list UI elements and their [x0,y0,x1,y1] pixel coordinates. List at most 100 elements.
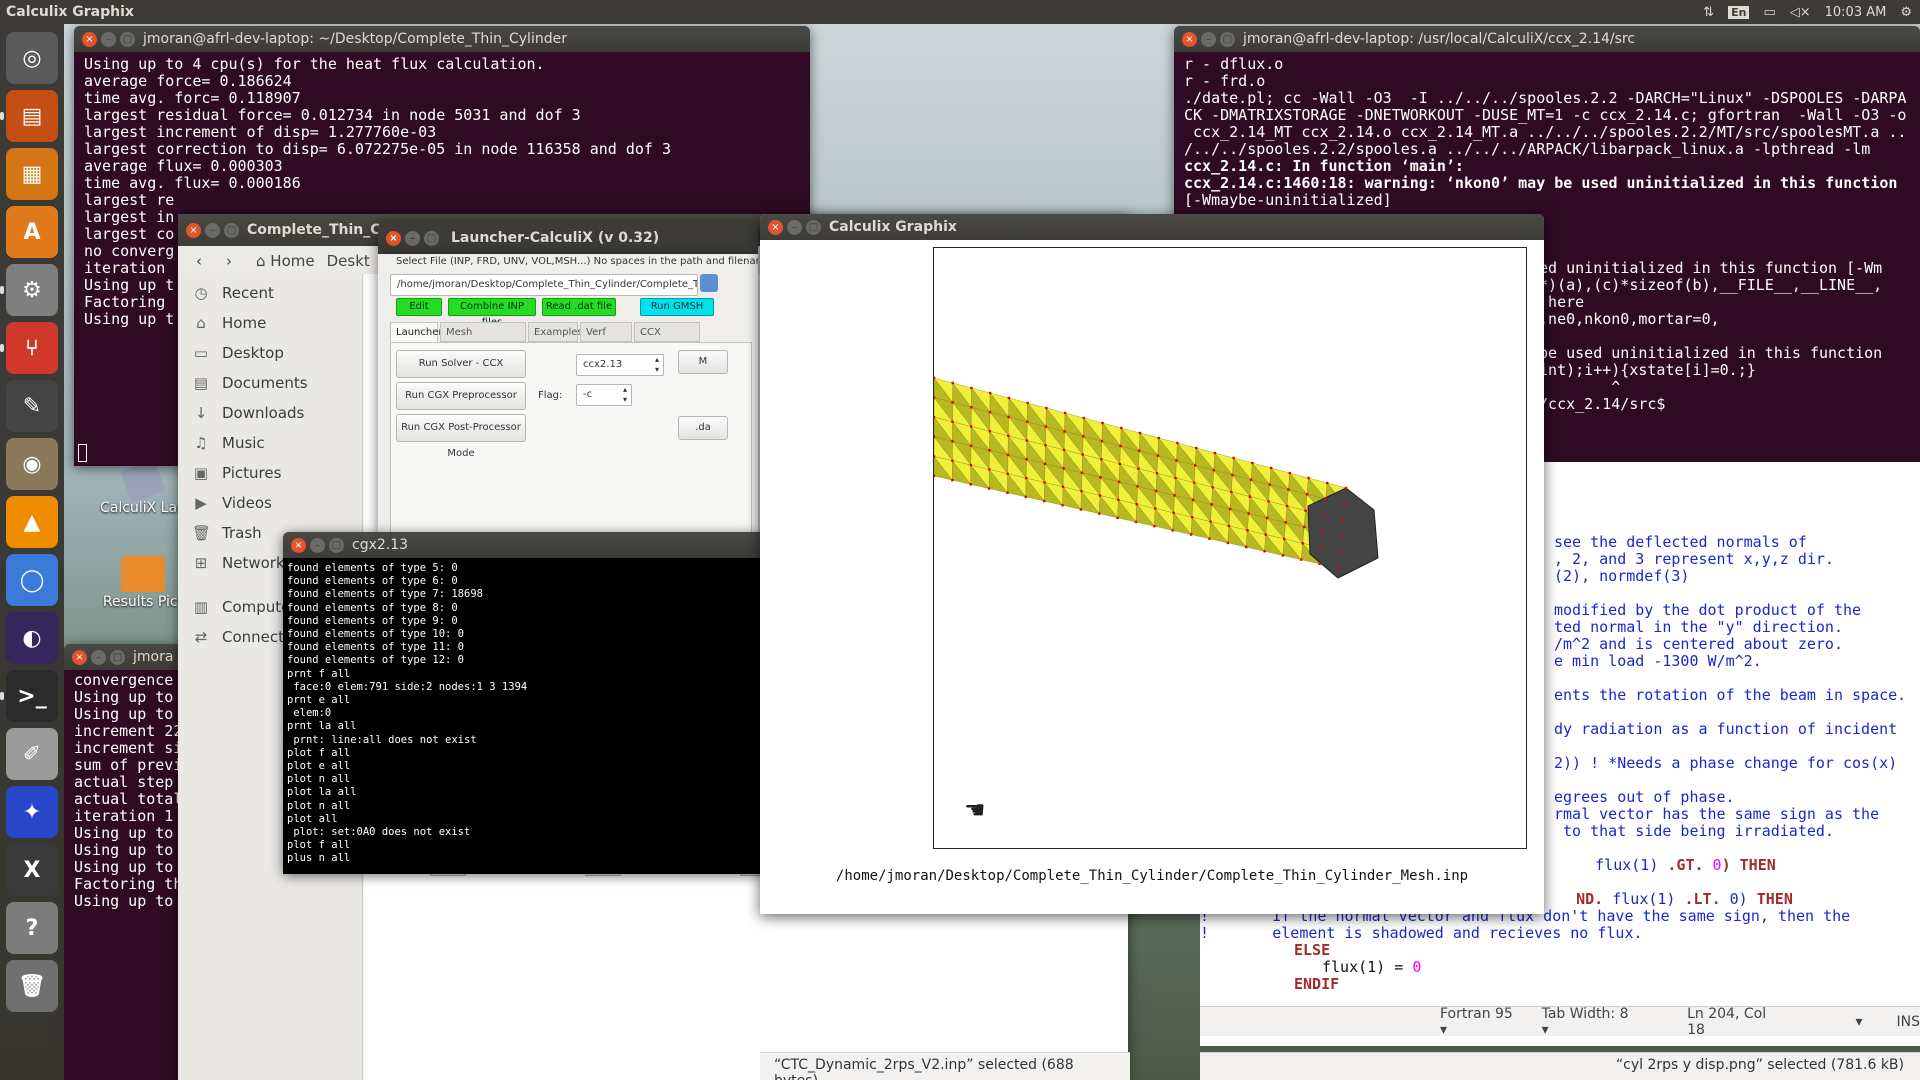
run-preprocessor-button[interactable]: Run CGX Preprocessor mode [396,382,526,427]
maximize-icon[interactable]: □ [1220,31,1235,47]
terminal-line: r - dflux.o [1184,55,1284,73]
sidebar-item[interactable]: ▶ Videos [178,488,362,518]
impress-icon[interactable]: ▦ [6,148,58,200]
language-selector[interactable]: Fortran 95 ▾ [1440,1006,1524,1038]
close-icon[interactable]: × [72,649,87,665]
window-title: Complete_Thin_C [247,222,381,238]
mesh-node [1336,566,1340,570]
breadcrumb-desktop[interactable]: Deskt [327,252,370,270]
back-icon[interactable]: ‹ [196,252,202,270]
window-titlebar[interactable]: × – □ Calculix Graphix [760,214,1544,240]
calculix-graphix-window[interactable]: × – □ Calculix Graphix ☚ /home/jmoran/Desk… [760,214,1544,914]
cursor-position[interactable]: Ln 204, Col 18 [1687,1006,1787,1038]
run-gmsh-button[interactable]: Run GMSH [640,298,714,316]
sidebar-item[interactable]: ♫ Music [178,428,362,458]
minimize-icon[interactable]: – [405,230,420,246]
star-app-icon[interactable]: ✦ [6,786,58,838]
tab-examples[interactable]: Examples [528,322,583,342]
file-status-bar: “CTC_Dynamic_2rps_V2.inp” selected (688 … [760,1052,1130,1080]
minimize-icon[interactable]: – [205,222,220,238]
system-settings-icon[interactable]: ⚙ [0,264,58,316]
terminal-output[interactable]: convergence Using up to Using up to increme… [64,670,184,912]
cgx-console-output[interactable]: found elements of type 5: 0 found element… [283,558,768,870]
tab-mesh-converters[interactable]: Mesh Converters [440,322,526,358]
folder-icon[interactable] [700,274,718,292]
run-postprocessor-button[interactable]: Run CGX Post-Processor Mode [396,414,526,459]
window-titlebar[interactable]: × – □ cgx2.13 [283,532,768,558]
gimp-icon[interactable]: ◉ [6,438,58,490]
flag-select[interactable]: -c ▴ ▾ [576,384,632,406]
chevron-down-icon[interactable]: ▾ [1855,1014,1862,1030]
run-solver-button[interactable]: Run Solver - CCX [396,350,526,378]
volume-icon[interactable]: ◁× [1790,5,1811,20]
file-path-input[interactable]: /home/jmoran/Desktop/Complete_Thin_Cylin… [390,274,698,296]
edit-button[interactable]: Edit [396,298,442,316]
maximize-icon[interactable]: □ [329,537,344,553]
sidebar-item[interactable]: ↓ Downloads [178,398,362,428]
close-icon[interactable]: × [1182,31,1197,47]
terminal-output-visible-tail[interactable]: sed uninitialized in this function [-Wm … [1530,256,1882,417]
read-dat-button[interactable]: Read .dat file [542,298,616,316]
maximize-icon[interactable]: □ [120,31,135,47]
minimize-icon[interactable]: – [91,649,106,665]
sidebar-item[interactable]: ▣ Pictures [178,458,362,488]
sidebar-item[interactable]: ⌂ Home [178,308,362,338]
window-titlebar[interactable]: × – □ jmoran@afrl-dev-laptop: ~/Desktop/Co… [74,26,810,52]
help-icon[interactable]: ? [6,902,58,954]
mesh-viewport[interactable]: ☚ [933,247,1527,849]
xterm-icon[interactable]: X [6,844,58,896]
side-button-m[interactable]: M [678,350,728,374]
terminal-icon[interactable]: >_ [0,670,58,722]
cgx-console-window[interactable]: × – □ cgx2.13 found elements of type 5: 0f… [283,532,768,874]
vlc-icon[interactable]: ▲ [6,496,58,548]
mesh-node [1007,396,1011,400]
close-icon[interactable]: × [82,31,97,47]
keyboard-layout-indicator[interactable]: En [1728,5,1750,19]
ubuntu-dash-icon[interactable]: ◎ [6,32,58,84]
version-select[interactable]: ccx2.13 ▴ ▾ [576,354,664,376]
tab-ccx-wizard[interactable]: CCX WIZARD! [634,322,700,358]
terminal-window-small[interactable]: × – □ jmora convergence Using up to Using up… [64,644,184,1080]
inkscape-icon[interactable]: ✎ [6,380,58,432]
terminal-output[interactable]: r - dflux.o r - frd.o ./date.pl; cc -Wall … [1174,52,1920,213]
tab-verf-tests[interactable]: Verf Tests [580,322,632,358]
close-icon[interactable]: × [291,537,306,553]
network-transfer-icon[interactable]: ⇅ [1703,5,1714,20]
text-editor-icon[interactable]: ✐ [6,728,58,780]
window-titlebar[interactable]: × – □ jmora [64,644,184,670]
launcher-calculix-window[interactable]: × – □ Launcher-CalculiX (v 0.32) [378,222,758,254]
close-icon[interactable]: × [186,222,201,238]
sidebar-item[interactable]: ▭ Desktop [178,338,362,368]
side-button-dat[interactable]: .da [678,416,728,440]
maximize-icon[interactable]: □ [806,219,821,235]
mesh-node [951,459,954,462]
files-icon[interactable]: ▤ [0,90,58,142]
battery-icon[interactable]: ▭ [1763,5,1775,20]
forward-icon[interactable]: › [226,252,232,270]
minimize-icon[interactable]: – [310,537,325,553]
sidebar-item[interactable]: ▤ Documents [178,368,362,398]
minimize-icon[interactable]: – [101,31,116,47]
git-icon[interactable]: ⑂ [0,322,58,374]
tab-launcher[interactable]: Launcher [390,322,442,342]
minimize-icon[interactable]: – [1201,31,1216,47]
trash-icon[interactable]: 🗑 [6,960,58,1012]
minimize-icon[interactable]: – [787,219,802,235]
gear-icon[interactable]: ⚙ [1900,5,1912,20]
combine-inp-button[interactable]: Combine INP files [448,298,536,328]
window-titlebar[interactable]: × – □ jmoran@afrl-dev-laptop: /usr/local/C… [1174,26,1920,52]
maximize-icon[interactable]: □ [110,649,125,665]
cylinder-mesh[interactable] [934,248,1527,849]
clock[interactable]: 10:03 AM [1825,5,1887,20]
close-icon[interactable]: × [386,230,401,246]
maximize-icon[interactable]: □ [424,230,439,246]
sidebar-item[interactable]: ◷ Recent [178,278,362,308]
software-center-icon[interactable]: A [6,206,58,258]
terminal-line: ^ [1530,378,1621,396]
maximize-icon[interactable]: □ [224,222,239,238]
breadcrumb-home[interactable]: ⌂ Home [256,252,315,270]
chrome-icon[interactable]: ◯ [6,554,58,606]
eclipse-icon[interactable]: ◐ [6,612,58,664]
tab-width-selector[interactable]: Tab Width: 8 ▾ [1542,1006,1640,1038]
close-icon[interactable]: × [768,219,783,235]
